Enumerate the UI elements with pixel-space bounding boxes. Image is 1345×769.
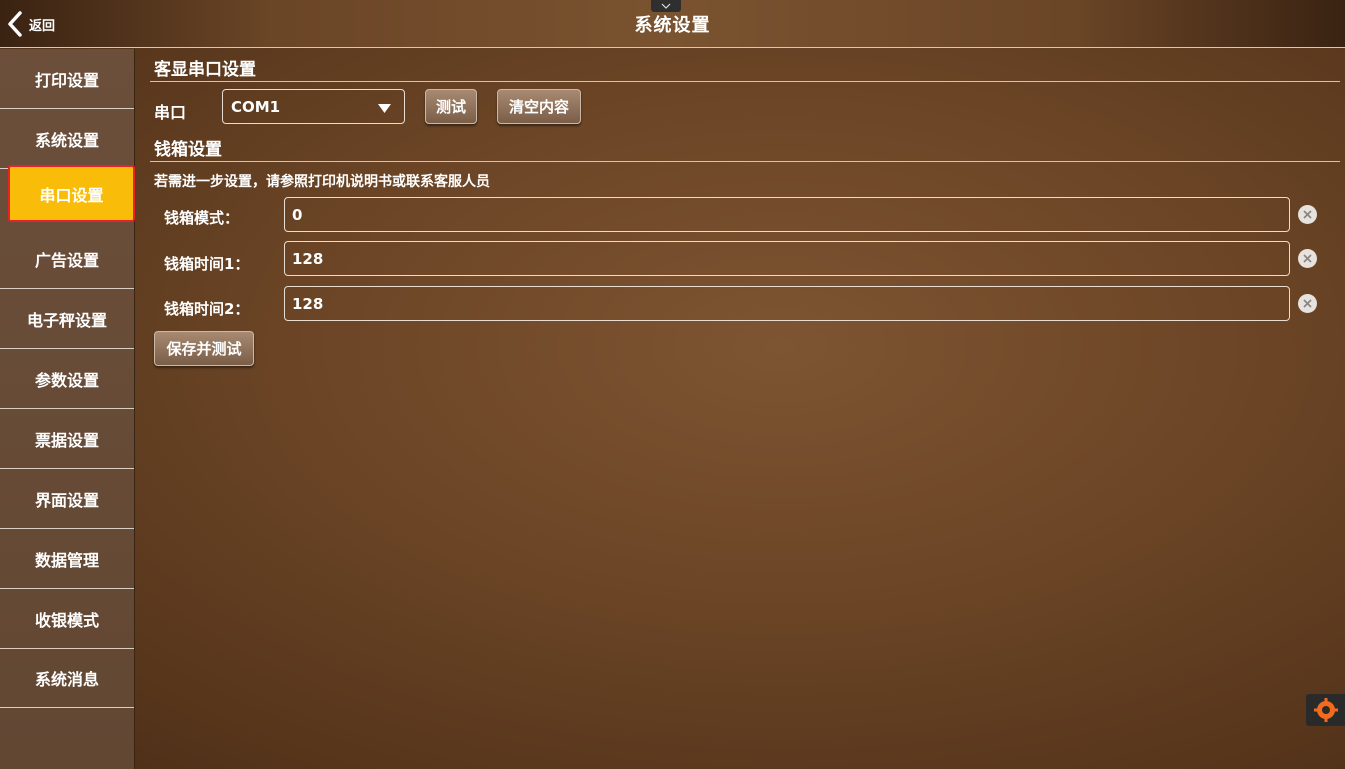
sidebar: 打印设置 系统设置 串口设置 广告设置 电子秤设置 参数设置 票据设置 界面设置… [0, 49, 135, 769]
sidebar-item-ads[interactable]: 广告设置 [0, 229, 134, 289]
test-button[interactable]: 测试 [425, 89, 477, 124]
sidebar-item-cashier-mode[interactable]: 收银模式 [0, 589, 134, 649]
app-widget-icon [1313, 698, 1338, 722]
clear-icon[interactable] [1298, 294, 1317, 313]
cashbox-mode-label: 钱箱模式： [164, 209, 240, 227]
cashbox-time1-input[interactable] [284, 241, 1290, 276]
sidebar-item-system[interactable]: 系统设置 [0, 109, 134, 169]
serial-section-title: 客显串口设置 [154, 60, 256, 80]
sidebar-item-messages[interactable]: 系统消息 [0, 648, 134, 708]
cashbox-mode-input[interactable] [284, 197, 1290, 232]
cashbox-divider [150, 161, 1340, 162]
cashbox-time1-label: 钱箱时间1： [164, 255, 250, 273]
clear-icon[interactable] [1298, 249, 1317, 268]
sidebar-item-data[interactable]: 数据管理 [0, 529, 134, 589]
sidebar-item-params[interactable]: 参数设置 [0, 349, 134, 409]
port-select[interactable]: COM1 [222, 89, 405, 124]
sidebar-item-scale[interactable]: 电子秤设置 [0, 289, 134, 349]
cashbox-time2-input[interactable] [284, 286, 1290, 321]
cashbox-section-title: 钱箱设置 [154, 140, 222, 160]
port-label: 串口 [154, 103, 187, 122]
chevron-down-icon [661, 3, 671, 9]
header-bar: 返回 系统设置 [0, 0, 1345, 48]
sidebar-item-receipt[interactable]: 票据设置 [0, 409, 134, 469]
clear-icon[interactable] [1298, 205, 1317, 224]
pull-down-tab[interactable] [651, 0, 681, 12]
dropdown-arrow-icon [378, 104, 391, 113]
cashbox-note: 若需进一步设置，请参照打印机说明书或联系客服人员 [154, 174, 490, 190]
sidebar-item-interface[interactable]: 界面设置 [0, 469, 134, 529]
sidebar-item-print[interactable]: 打印设置 [0, 49, 134, 109]
page-title: 系统设置 [634, 15, 711, 36]
sidebar-item-serial-port[interactable]: 串口设置 [8, 165, 135, 222]
clear-content-button[interactable]: 清空内容 [497, 89, 581, 124]
floating-widget[interactable] [1306, 694, 1345, 726]
serial-divider [150, 81, 1340, 82]
port-select-value: COM1 [231, 97, 281, 116]
cashbox-time2-label: 钱箱时间2： [164, 300, 250, 318]
save-and-test-button[interactable]: 保存并测试 [154, 331, 254, 366]
